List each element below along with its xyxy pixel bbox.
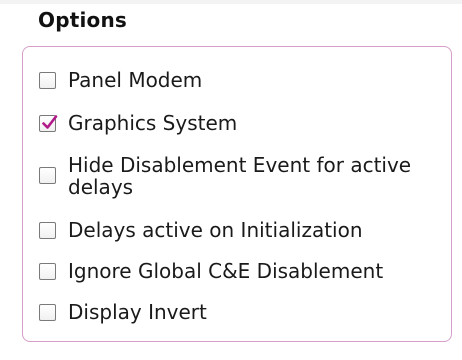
checkmark-icon <box>42 115 58 129</box>
delays-active-on-initialization-label: Delays active on Initialization <box>68 218 363 242</box>
option-hide-disablement-event[interactable]: Hide Disablement Event for active delays <box>39 154 418 198</box>
hide-disablement-event-checkbox[interactable] <box>39 167 56 184</box>
graphics-system-label: Graphics System <box>68 111 238 135</box>
display-invert-label: Display Invert <box>68 300 207 324</box>
graphics-system-checkbox[interactable] <box>39 115 58 132</box>
option-panel-modem[interactable]: Panel Modem <box>39 69 418 91</box>
ignore-global-ce-disablement-label: Ignore Global C&E Disablement <box>68 259 384 283</box>
display-invert-checkbox[interactable] <box>39 304 56 321</box>
option-ignore-global-ce-disablement[interactable]: Ignore Global C&E Disablement <box>39 260 418 282</box>
top-strip <box>0 0 462 4</box>
panel-modem-checkbox[interactable] <box>39 72 56 89</box>
option-display-invert[interactable]: Display Invert <box>39 301 418 323</box>
ignore-global-ce-disablement-checkbox[interactable] <box>39 263 56 280</box>
hide-disablement-event-label: Hide Disablement Event for active delays <box>68 153 412 199</box>
option-delays-active-on-initialization[interactable]: Delays active on Initialization <box>39 219 418 241</box>
panel-modem-label: Panel Modem <box>68 68 203 92</box>
options-group: Panel Modem Graphics System Hide Disable… <box>22 46 452 342</box>
option-graphics-system[interactable]: Graphics System <box>39 112 418 134</box>
delays-active-on-initialization-checkbox[interactable] <box>39 222 56 239</box>
section-title: Options <box>38 8 128 32</box>
